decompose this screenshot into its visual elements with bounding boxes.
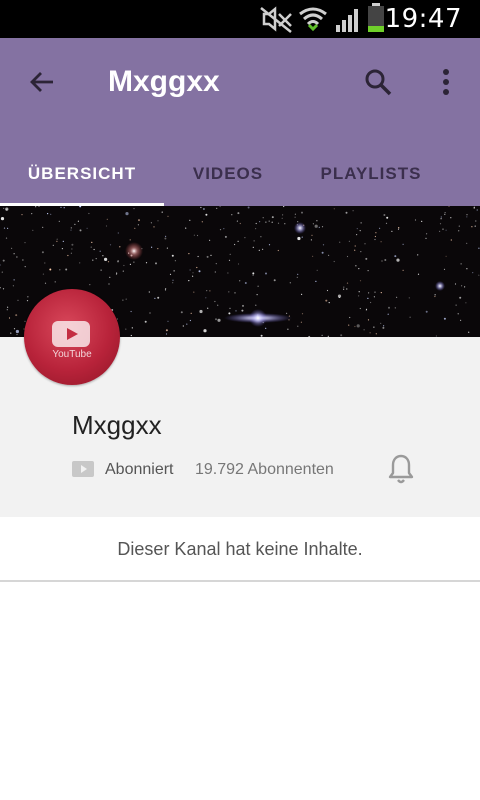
empty-content-message: Dieser Kanal hat keine Inhalte. (0, 518, 480, 582)
arrow-back-icon (30, 72, 53, 92)
subscription-status[interactable]: Abonniert (105, 460, 174, 480)
tab-overview[interactable]: ÜBERSICHT (0, 142, 164, 206)
page-title: Mxggxx (108, 65, 220, 98)
tab-videos[interactable]: VIDEOS (164, 142, 292, 206)
app-bar: Mxggxx ÜBERSICHT VIDEOS PLAYLISTS (0, 38, 480, 206)
subscriber-count: 19.792 Abonnenten (195, 461, 334, 478)
more-vert-icon (443, 69, 449, 95)
signal-icon (336, 9, 358, 32)
tab-playlists[interactable]: PLAYLISTS (292, 142, 450, 206)
channel-name: Mxggxx (72, 410, 162, 440)
more-options-button[interactable] (426, 62, 466, 102)
screen: 19:47 Mxggxx ÜBERSICHT VIDEOS PLAYLISTS … (0, 0, 480, 800)
search-icon (365, 69, 392, 96)
status-time: 19:47 (384, 4, 462, 34)
bell-icon (388, 454, 414, 484)
mute-icon (260, 6, 292, 33)
subscribed-play-icon (72, 461, 94, 477)
wifi-icon (299, 7, 327, 32)
avatar-caption: YouTube (52, 349, 92, 360)
battery-icon (368, 3, 384, 32)
channel-avatar[interactable]: YouTube (24, 289, 120, 385)
tab-bar: ÜBERSICHT VIDEOS PLAYLISTS (0, 142, 480, 206)
notification-bell-button[interactable] (382, 450, 420, 488)
back-button[interactable] (22, 62, 62, 102)
youtube-logo-icon (52, 321, 90, 347)
status-bar: 19:47 (0, 0, 480, 38)
search-button[interactable] (358, 62, 398, 102)
